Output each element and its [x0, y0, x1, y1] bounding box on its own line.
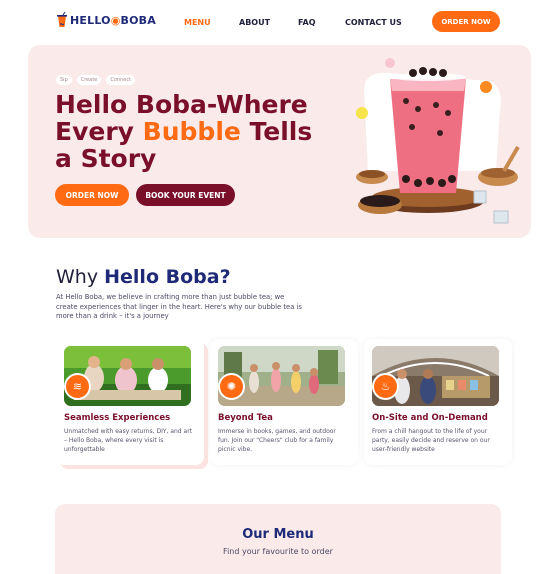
party-icon: ♨	[372, 373, 399, 400]
card-text: From a chill hangout to the life of your…	[372, 428, 490, 453]
hero-order-button[interactable]: ORDER NOW	[55, 184, 129, 206]
waves-icon: ≋	[64, 373, 91, 400]
menu-title: Our Menu	[242, 527, 314, 542]
feature-card-seamless[interactable]: ≋ Seamless Experiences Unmatched with ea…	[56, 339, 204, 465]
hero-title-highlight: Bubble	[142, 117, 241, 146]
celebration-icon: ✺	[218, 373, 245, 400]
hero-title-line1: Hello Boba-Where	[55, 90, 308, 119]
logo-text: HELLO◉BOBA	[70, 13, 156, 27]
why-description: At Hello Boba, we believe in crafting mo…	[56, 293, 302, 320]
hero-section: Sip Create Connect Hello Boba-Where Ever…	[28, 45, 531, 238]
card-text: Immerse in books, games, and outdoor fun…	[218, 428, 336, 453]
hero-title-line2b: Tells	[240, 117, 313, 146]
chip-connect: Connect	[106, 75, 136, 85]
hero-title: Hello Boba-Where Every Bubble Tells a St…	[55, 91, 315, 172]
feature-card-beyond-tea[interactable]: ✺ Beyond Tea Immerse in books, games, an…	[210, 339, 358, 465]
chip-sip: Sip	[56, 75, 72, 85]
nav-link-menu[interactable]: MENU	[184, 18, 211, 27]
menu-section: Our Menu Find your favourite to order	[55, 504, 501, 574]
card-title: On-Site and On-Demand	[372, 413, 488, 423]
book-event-button[interactable]: BOOK YOUR EVENT	[136, 184, 235, 206]
boba-drink-image	[356, 58, 520, 224]
menu-subtitle: Find your favourite to order	[223, 547, 333, 556]
why-title: Why Hello Boba?	[56, 266, 231, 288]
nav-link-contact[interactable]: CONTACT US	[345, 18, 402, 27]
nav-link-faq[interactable]: FAQ	[298, 18, 316, 27]
hero-chips: Sip Create Connect	[56, 75, 136, 85]
card-text: Unmatched with easy returns, DIY, and ar…	[64, 428, 193, 453]
nav-order-button[interactable]: ORDER NOW	[432, 11, 500, 32]
logo[interactable]: HELLO◉BOBA	[56, 12, 156, 28]
feature-card-on-site[interactable]: ♨ On-Site and On-Demand From a chill han…	[364, 339, 512, 465]
card-title: Seamless Experiences	[64, 413, 171, 423]
hero-title-line2a: Every	[55, 117, 143, 146]
card-title: Beyond Tea	[218, 413, 273, 423]
nav-link-about[interactable]: ABOUT	[239, 18, 270, 27]
cup-logo-icon	[57, 12, 67, 27]
chip-create: Create	[76, 75, 102, 85]
top-navigation: HELLO◉BOBA MENU ABOUT FAQ CONTACT US ORD…	[0, 0, 556, 44]
hero-title-line3: a Story	[55, 144, 157, 173]
